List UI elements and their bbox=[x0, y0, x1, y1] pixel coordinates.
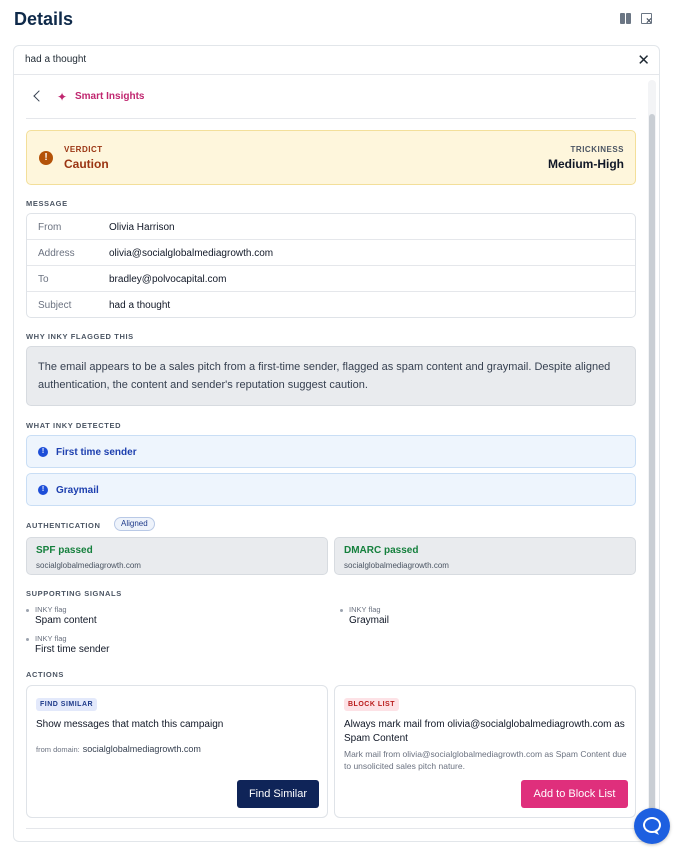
trickiness-label: TRICKINESS bbox=[570, 145, 624, 154]
detected-item: ! First time sender bbox=[26, 435, 636, 468]
message-section-label: MESSAGE bbox=[26, 199, 68, 208]
trickiness-value: Medium-High bbox=[548, 157, 624, 171]
dmarc-domain: socialglobalmediagrowth.com bbox=[344, 561, 449, 570]
info-icon: ! bbox=[38, 447, 48, 457]
back-chevron-icon[interactable] bbox=[30, 89, 44, 103]
close-icon[interactable]: ✕ bbox=[637, 51, 650, 69]
panel-content: ✦ Smart Insights ! VERDICT Caution TRICK… bbox=[14, 76, 649, 841]
row-key: To bbox=[38, 274, 49, 285]
spf-card: SPF passed socialglobalmediagrowth.com bbox=[26, 537, 328, 575]
close-grid-icon[interactable]: × bbox=[640, 12, 654, 27]
chat-icon[interactable] bbox=[634, 808, 670, 844]
signal-label: Spam content bbox=[35, 615, 97, 626]
source-domain: socialglobalmediagrowth.com bbox=[82, 744, 201, 754]
divider bbox=[26, 118, 636, 119]
warning-icon: ! bbox=[39, 151, 53, 165]
signal-label: First time sender bbox=[35, 644, 110, 655]
columns-layout-icon[interactable] bbox=[619, 12, 633, 26]
bullet-icon bbox=[26, 609, 29, 612]
divider bbox=[26, 828, 636, 829]
find-similar-source: from domain: socialglobalmediagrowth.com bbox=[36, 744, 201, 754]
find-similar-title: Show messages that match this campaign bbox=[36, 719, 224, 730]
table-row: Address olivia@socialglobalmediagrowth.c… bbox=[27, 240, 635, 266]
detected-item-label: Graymail bbox=[56, 485, 99, 496]
table-row: Subject had a thought bbox=[27, 292, 635, 317]
find-similar-card: FIND SIMILAR Show messages that match th… bbox=[26, 685, 328, 818]
detected-item-label: First time sender bbox=[56, 447, 137, 458]
signals-section-label: SUPPORTING SIGNALS bbox=[26, 589, 122, 598]
info-icon: ! bbox=[38, 485, 48, 495]
row-value: had a thought bbox=[109, 300, 171, 311]
smart-insights-title: Smart Insights bbox=[75, 91, 145, 102]
authentication-section-label: AUTHENTICATION bbox=[26, 521, 101, 530]
source-label: from domain: bbox=[36, 745, 80, 754]
sparkle-icon: ✦ bbox=[57, 90, 68, 104]
block-list-badge: BLOCK LIST bbox=[344, 698, 399, 711]
add-to-block-list-button[interactable]: Add to Block List bbox=[521, 780, 628, 808]
spf-title: SPF passed bbox=[36, 545, 93, 556]
signal-kicker: INKY flag bbox=[35, 605, 67, 614]
panel-header: had a thought ✕ bbox=[14, 46, 659, 75]
actions-section-label: ACTIONS bbox=[26, 670, 64, 679]
dmarc-card: DMARC passed socialglobalmediagrowth.com bbox=[334, 537, 636, 575]
signal-kicker: INKY flag bbox=[35, 634, 67, 643]
table-row: From Olivia Harrison bbox=[27, 214, 635, 240]
detected-item: ! Graymail bbox=[26, 473, 636, 506]
details-panel: had a thought ✕ ✦ Smart Insights ! VERDI… bbox=[13, 45, 660, 842]
row-value: bradley@polvocapital.com bbox=[109, 274, 227, 285]
verdict-banner: ! VERDICT Caution TRICKINESS Medium-High bbox=[26, 130, 636, 185]
page-title: Details bbox=[14, 9, 74, 29]
block-list-card: BLOCK LIST Always mark mail from olivia@… bbox=[334, 685, 636, 818]
dmarc-title: DMARC passed bbox=[344, 545, 419, 556]
block-list-title: Always mark mail from olivia@socialgloba… bbox=[344, 719, 625, 744]
why-section-label: WHY INKY FLAGGED THIS bbox=[26, 332, 134, 341]
row-value: olivia@socialglobalmediagrowth.com bbox=[109, 248, 274, 259]
block-list-description: Mark mail from olivia@socialglobalmediag… bbox=[344, 749, 627, 771]
signal-kicker: INKY flag bbox=[349, 605, 381, 614]
bullet-icon bbox=[26, 638, 29, 641]
row-key: From bbox=[38, 222, 62, 233]
signal-label: Graymail bbox=[349, 615, 390, 626]
find-similar-button[interactable]: Find Similar bbox=[237, 780, 319, 808]
row-value: Olivia Harrison bbox=[109, 222, 175, 233]
row-key: Subject bbox=[38, 300, 72, 311]
message-table: From Olivia Harrison Address olivia@soci… bbox=[26, 213, 636, 318]
row-key: Address bbox=[38, 248, 75, 259]
scrollbar-thumb[interactable] bbox=[649, 114, 655, 838]
verdict-value: Caution bbox=[64, 157, 109, 171]
top-bar: Details × bbox=[0, 0, 676, 40]
bullet-icon bbox=[340, 609, 343, 612]
spf-domain: socialglobalmediagrowth.com bbox=[36, 561, 141, 570]
why-explanation: The email appears to be a sales pitch fr… bbox=[26, 346, 636, 406]
find-similar-badge: FIND SIMILAR bbox=[36, 698, 98, 711]
detected-section-label: WHAT INKY DETECTED bbox=[26, 421, 122, 430]
table-row: To bradley@polvocapital.com bbox=[27, 266, 635, 292]
panel-title: had a thought bbox=[25, 54, 87, 65]
verdict-label: VERDICT bbox=[64, 145, 103, 154]
aligned-badge: Aligned bbox=[114, 517, 155, 531]
